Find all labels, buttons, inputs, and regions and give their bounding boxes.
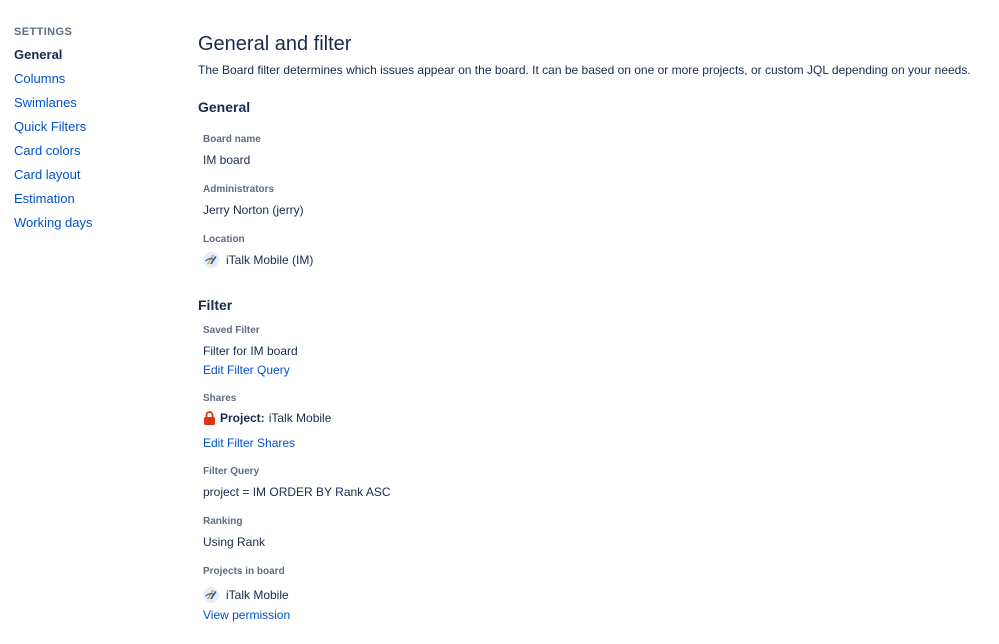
filter-query-field: Filter Query project = IM ORDER BY Rank … <box>198 465 978 500</box>
italk-mobile-project-icon <box>203 252 219 268</box>
ranking-label: Ranking <box>203 516 243 527</box>
location-label: Location <box>203 234 245 245</box>
project-name: iTalk Mobile <box>226 588 289 602</box>
project-item[interactable]: iTalk Mobile <box>203 587 978 603</box>
administrators-field: Administrators Jerry Norton (jerry) <box>198 183 978 218</box>
sidebar-item-quick-filters[interactable]: Quick Filters <box>14 119 174 143</box>
projects-in-board-field: Projects in board iTalk Mobile View perm… <box>198 565 978 623</box>
sidebar-item-card-layout[interactable]: Card layout <box>14 167 174 191</box>
location-field: Location iTalk Mobile (IM) <box>198 233 978 268</box>
saved-filter-label: Saved Filter <box>203 325 260 336</box>
filter-query-value: project = IM ORDER BY Rank ASC <box>203 485 391 499</box>
filter-section-heading: Filter <box>198 297 233 313</box>
edit-filter-shares-link[interactable]: Edit Filter Shares <box>203 435 978 451</box>
projects-in-board-label: Projects in board <box>203 566 285 577</box>
edit-filter-query-link[interactable]: Edit Filter Query <box>203 362 978 378</box>
administrators-label: Administrators <box>203 184 275 195</box>
page-title: General and filter <box>198 33 352 55</box>
sidebar-item-columns[interactable]: Columns <box>14 71 174 95</box>
sidebar-item-general[interactable]: General <box>14 47 174 71</box>
shares-value: Project: iTalk Mobile <box>203 410 978 426</box>
administrators-value: Jerry Norton (jerry) <box>203 203 304 217</box>
filter-query-label: Filter Query <box>203 466 260 477</box>
sidebar-item-card-colors[interactable]: Card colors <box>14 143 174 167</box>
main-content: General and filter The Board filter dete… <box>198 32 978 623</box>
board-settings-page: SETTINGS General Columns Swimlanes Quick… <box>0 0 999 644</box>
board-name-field: Board name IM board <box>198 133 978 168</box>
ranking-field: Ranking Using Rank <box>198 515 978 550</box>
ranking-value: Using Rank <box>203 535 266 549</box>
sidebar-item-estimation[interactable]: Estimation <box>14 191 174 215</box>
location-text: iTalk Mobile (IM) <box>226 253 314 267</box>
shares-project-name: iTalk Mobile <box>268 411 332 425</box>
location-value[interactable]: iTalk Mobile (IM) <box>203 252 978 268</box>
sidebar-heading: SETTINGS <box>14 26 73 38</box>
settings-sidebar: SETTINGS General Columns Swimlanes Quick… <box>14 25 174 239</box>
italk-mobile-project-icon <box>203 587 219 603</box>
shares-type-label: Project: <box>220 411 265 425</box>
shares-field: Shares Project: iTalk Mobile Edit Filter… <box>198 392 978 451</box>
general-section-heading: General <box>198 99 251 115</box>
lock-icon <box>203 411 216 425</box>
sidebar-item-swimlanes[interactable]: Swimlanes <box>14 95 174 119</box>
sidebar-item-working-days[interactable]: Working days <box>14 215 174 239</box>
board-name-value: IM board <box>203 153 251 167</box>
view-permission-link[interactable]: View permission <box>203 607 978 623</box>
saved-filter-value: Filter for IM board <box>203 344 298 358</box>
shares-label: Shares <box>203 393 237 404</box>
page-description: The Board filter determines which issues… <box>198 63 971 77</box>
board-name-label: Board name <box>203 134 261 145</box>
saved-filter-field: Saved Filter Filter for IM board Edit Fi… <box>198 324 978 378</box>
